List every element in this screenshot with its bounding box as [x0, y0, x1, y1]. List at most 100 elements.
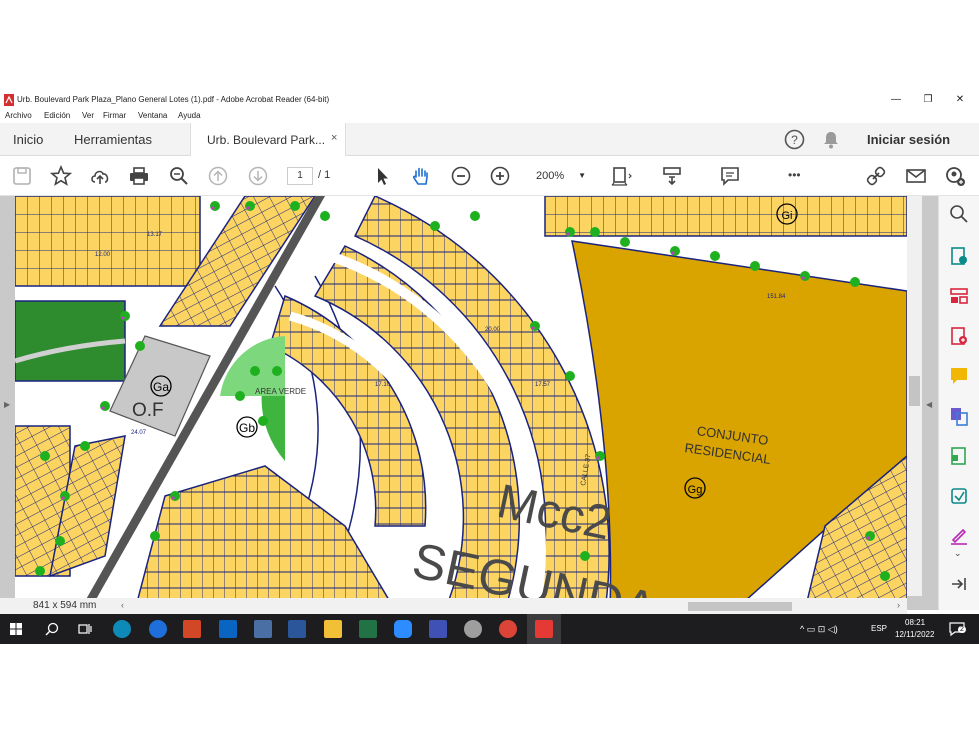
comment-icon[interactable]	[719, 165, 741, 187]
minimize-button[interactable]: —	[886, 93, 906, 107]
lot-value-3: 12.00	[95, 252, 111, 258]
chevron-down-icon[interactable]: ⌄	[954, 548, 962, 559]
horizontal-scrollbar[interactable]	[130, 602, 900, 611]
language-indicator[interactable]: ESP	[871, 624, 887, 633]
menu-ventana[interactable]: Ventana	[138, 111, 167, 120]
next-page-icon[interactable]	[247, 165, 269, 187]
site-plan-map: Ga O.F Gb AREA VERDE Gi Gg CONJUNTO RESI…	[15, 196, 907, 610]
page-number-input[interactable]: 1	[287, 167, 313, 185]
menu-edicion[interactable]: Edición	[44, 111, 70, 120]
print-icon[interactable]	[128, 165, 150, 187]
tab-herramientas[interactable]: Herramientas	[74, 132, 152, 147]
export-pdf-icon[interactable]	[949, 246, 969, 266]
clock-time[interactable]: 08:21	[905, 618, 925, 627]
status-bar: 841 x 594 mm ‹ ›	[0, 598, 907, 614]
vertical-scroll-thumb[interactable]	[909, 376, 920, 406]
zoom-value: 200%	[536, 170, 565, 182]
tab-inicio[interactable]: Inicio	[13, 132, 43, 147]
lot-value-5: 13.17	[147, 232, 163, 238]
help-icon[interactable]: ?	[784, 129, 805, 150]
window-title: Urb. Boulevard Park Plaza_Plano General …	[17, 95, 330, 104]
star-icon[interactable]	[49, 164, 73, 187]
zoom-in-icon[interactable]	[489, 165, 511, 187]
search-icon[interactable]	[45, 622, 59, 636]
acrobat-icon	[4, 94, 14, 106]
select-cursor-icon[interactable]	[371, 165, 393, 187]
more-tools-button[interactable]: •••	[788, 168, 801, 182]
menu-archivo[interactable]: Archivo	[5, 111, 32, 120]
collapse-panel-icon[interactable]	[949, 574, 969, 594]
acrobat-taskbar-icon[interactable]	[535, 620, 553, 638]
comment-panel-icon[interactable]	[949, 366, 969, 386]
app-blue-icon[interactable]	[429, 620, 447, 638]
tab-document[interactable]: Urb. Boulevard Park... ×	[190, 123, 346, 156]
save-icon[interactable]	[11, 165, 33, 187]
cloud-upload-icon[interactable]	[89, 165, 111, 187]
lot-value-1: 20.00	[485, 327, 501, 333]
page-fit-icon[interactable]	[610, 165, 632, 187]
app-gray-icon[interactable]	[464, 620, 482, 638]
signin-link[interactable]: Iniciar sesión	[867, 132, 950, 147]
scroll-right-arrow[interactable]: ›	[897, 600, 900, 610]
windows-start-icon[interactable]	[10, 623, 22, 635]
lot-value-2: 17.10	[375, 382, 391, 388]
fill-sign-icon[interactable]	[949, 526, 969, 546]
toolbar: 1 / 1 200% ▼ •••	[0, 156, 979, 196]
internet-explorer-icon[interactable]	[149, 620, 167, 638]
close-window-button[interactable]: ✕	[950, 93, 970, 107]
store-icon[interactable]	[254, 620, 272, 638]
organize-pages-icon[interactable]	[949, 286, 969, 306]
right-tools-panel: ⌄	[938, 196, 979, 610]
chevron-down-icon: ▼	[578, 171, 586, 180]
account-add-icon[interactable]	[944, 165, 966, 187]
tray-icons[interactable]: ^ ▭ ⊡ ◁)	[800, 624, 838, 635]
lot-block-top-left	[15, 196, 201, 287]
menu-firmar[interactable]: Firmar	[103, 111, 126, 120]
task-view-icon[interactable]	[78, 622, 92, 636]
create-pdf-icon[interactable]	[949, 326, 969, 346]
combine-files-icon[interactable]	[949, 406, 969, 426]
clock-date[interactable]: 12/11/2022	[895, 630, 934, 639]
lot-value-6: 24.07	[131, 430, 147, 436]
prev-page-icon[interactable]	[207, 165, 229, 187]
menu-ayuda[interactable]: Ayuda	[178, 111, 201, 120]
title-bar: Urb. Boulevard Park Plaza_Plano General …	[0, 90, 979, 110]
vertical-scrollbar[interactable]	[907, 196, 922, 596]
zoom-out-icon[interactable]	[450, 165, 472, 187]
zoom-app-icon[interactable]	[394, 620, 412, 638]
word-icon[interactable]	[288, 620, 306, 638]
excel-icon[interactable]	[359, 620, 377, 638]
scroll-mode-icon[interactable]	[661, 165, 683, 187]
help-glyph: ?	[791, 133, 798, 147]
page-total: / 1	[318, 169, 331, 181]
send-for-review-icon[interactable]	[949, 486, 969, 506]
scroll-left-arrow[interactable]: ‹	[121, 600, 124, 610]
mail-icon[interactable]	[219, 620, 237, 638]
bell-icon[interactable]	[822, 130, 840, 149]
zoom-select[interactable]: 200% ▼	[528, 167, 592, 185]
page-size-label: 841 x 594 mm	[33, 600, 97, 611]
right-panel-collapse[interactable]: ◀	[926, 400, 932, 409]
document-viewport[interactable]: Ga O.F Gb AREA VERDE Gi Gg CONJUNTO RESI…	[0, 196, 938, 610]
email-icon[interactable]	[905, 165, 927, 187]
edit-pdf-icon[interactable]	[949, 446, 969, 466]
left-panel-toggle[interactable]: ▶	[4, 400, 10, 409]
restore-button[interactable]: ❐	[918, 93, 938, 107]
label-of: O.F	[132, 400, 164, 421]
chrome-icon[interactable]	[499, 620, 517, 638]
edge-icon[interactable]	[113, 620, 131, 638]
menu-ver[interactable]: Ver	[82, 111, 94, 120]
file-explorer-icon[interactable]	[324, 620, 342, 638]
label-gb: Gb	[239, 421, 255, 435]
horizontal-scroll-thumb[interactable]	[688, 602, 792, 611]
powerpoint-icon[interactable]	[183, 620, 201, 638]
windows-taskbar: ^ ▭ ⊡ ◁) ESP 08:21 12/11/2022 2	[0, 614, 979, 644]
zoom-panel-icon[interactable]	[949, 204, 969, 224]
zoom-search-icon[interactable]	[168, 165, 190, 187]
label-ga: Ga	[153, 380, 169, 394]
lot-value-4: 17.57	[535, 382, 551, 388]
label-gg: Gg	[688, 484, 703, 496]
hand-tool-icon[interactable]	[410, 165, 432, 187]
close-tab-button[interactable]: ×	[331, 132, 337, 144]
share-link-icon[interactable]	[865, 165, 887, 187]
